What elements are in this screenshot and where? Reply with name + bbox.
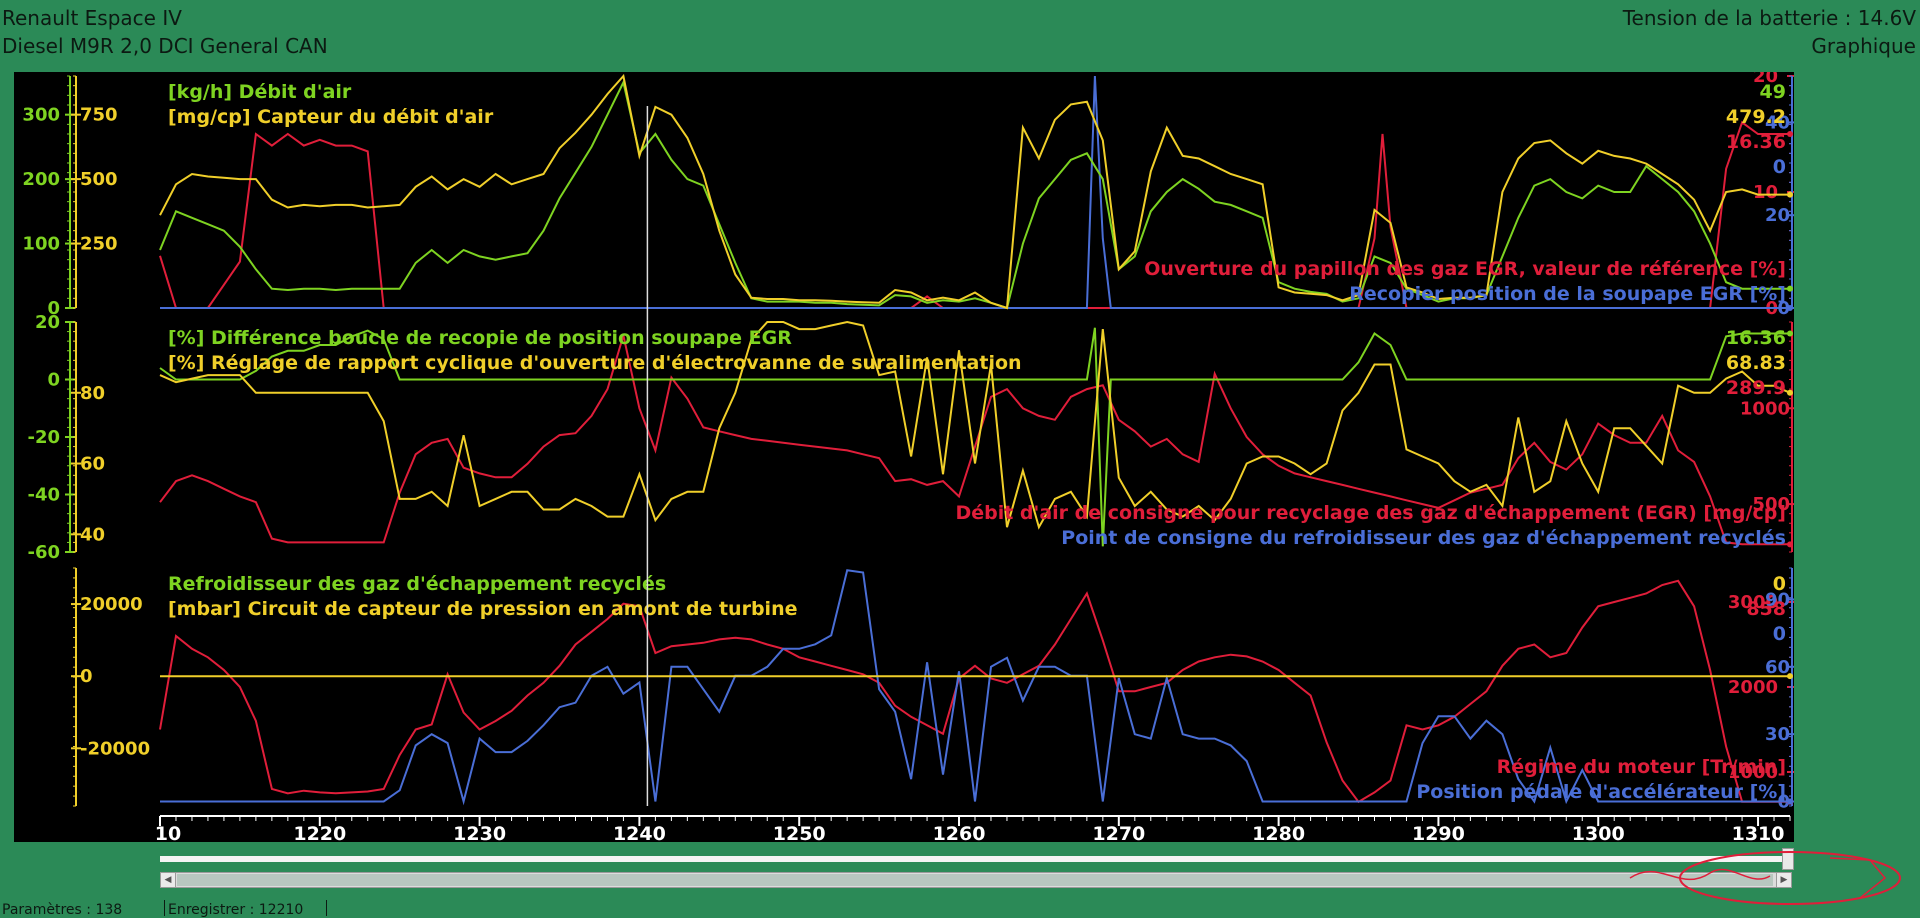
axis-tick-label: 1000 <box>1740 398 1790 419</box>
axis-tick-label: 30 <box>1765 724 1790 745</box>
axis-tick-label: 300 <box>22 105 60 126</box>
current-value: 289.9 <box>1726 377 1786 399</box>
status-bar: Paramètres : 138 Enregistrer : 12210 <box>0 900 1920 918</box>
scroll-left-icon[interactable]: ◀ <box>161 873 176 887</box>
axis-tick-label: 20 <box>1765 205 1790 226</box>
current-value: 16.36 <box>1726 131 1786 153</box>
time-slider-track[interactable] <box>160 856 1790 862</box>
x-axis-tick-label: 1260 <box>933 823 986 842</box>
series-label: Débit d'air de consigne pour recyclage d… <box>955 502 1786 524</box>
series-end-marker <box>1787 330 1793 337</box>
engine-info: Diesel M9R 2,0 DCI General CAN <box>2 34 328 58</box>
x-axis-tick-label: 1250 <box>773 823 826 842</box>
series-end-marker <box>1787 305 1793 311</box>
current-value: 858 <box>1746 598 1786 620</box>
current-value: 0 <box>1773 156 1786 178</box>
axis-tick-label: 60 <box>80 454 105 475</box>
battery-label: Tension de la batterie : <box>1622 6 1858 30</box>
series-label: Recopier position de la soupape EGR [%] <box>1349 283 1786 305</box>
series-label: Ouverture du papillon des gaz EGR, valeu… <box>1144 258 1786 280</box>
current-value: 68.83 <box>1726 352 1786 374</box>
current-value: 479.2 <box>1726 106 1786 128</box>
series-end-marker <box>1787 191 1793 198</box>
series-label: [mbar] Circuit de capteur de pression en… <box>168 598 797 620</box>
axis-tick-label: 100 <box>22 234 60 255</box>
axis-tick-label: 0 <box>80 666 93 687</box>
series-label: [%] Différence boucle de recopie de posi… <box>168 327 792 349</box>
series-end-marker <box>1787 798 1793 805</box>
axis-tick-label: 2000 <box>1728 677 1778 698</box>
axis-tick-label: -20 <box>27 427 60 448</box>
axis-tick-label: 20000 <box>80 594 143 615</box>
vehicle-name: Renault Espace IV <box>2 6 182 30</box>
x-axis-tick-label: 10 <box>155 823 181 842</box>
axis-tick-label: 750 <box>80 105 118 126</box>
scrollbar-thumb[interactable] <box>177 874 1773 886</box>
axis-tick-label: 200 <box>22 169 60 190</box>
battery-voltage: Tension de la batterie : 14.6V <box>1623 6 1916 30</box>
horizontal-scrollbar[interactable]: ◀ ▶ <box>160 872 1792 888</box>
series-end-marker <box>1787 389 1793 396</box>
series-label: Point de consigne du refroidisseur des g… <box>1061 527 1786 549</box>
x-axis-tick-label: 1270 <box>1092 823 1145 842</box>
status-separator <box>326 900 327 916</box>
x-axis-tick-label: 1220 <box>293 823 346 842</box>
multi-panel-chart[interactable]: 30020010007505002502010040200[kg/h] Débi… <box>14 72 1794 842</box>
series-label: Refroidisseur des gaz d'échappement recy… <box>168 573 666 595</box>
axis-tick-label: -60 <box>27 542 60 563</box>
axis-tick-label: 40 <box>80 524 105 545</box>
axis-tick-label: 250 <box>80 234 118 255</box>
series-label: [%] Réglage de rapport cyclique d'ouvert… <box>168 352 1022 374</box>
series-label: [kg/h] Débit d'air <box>168 81 352 103</box>
graph-area[interactable]: 300 200 100 0 750 500 250 20 10 0 40 20 0 [kg/h] Débi… <box>14 72 1794 842</box>
x-axis-tick-label: 1230 <box>453 823 506 842</box>
axis-tick-label: 0 <box>47 370 60 391</box>
battery-value: 14.6V <box>1857 6 1916 30</box>
series-end-marker <box>1787 285 1793 292</box>
series-end-marker <box>1787 131 1793 137</box>
current-value: 0 <box>1773 573 1786 595</box>
view-mode-label[interactable]: Graphique <box>1811 34 1916 58</box>
status-separator <box>164 900 165 916</box>
axis-tick-label: 60 <box>1765 657 1790 678</box>
series-label: Régime du moteur [Tr/min] <box>1497 756 1786 778</box>
axis-tick-label: 80 <box>80 383 105 404</box>
axis-tick-label: 500 <box>80 169 118 190</box>
series-label: Position pédale d'accélérateur [%] <box>1416 781 1786 803</box>
series-label: [mg/cp] Capteur du débit d'air <box>168 106 494 128</box>
axis-tick-label: 20 <box>35 312 60 333</box>
axis-tick-label: -20000 <box>80 738 150 759</box>
x-axis-tick-label: 1280 <box>1252 823 1305 842</box>
current-value: 0 <box>1773 623 1786 645</box>
x-axis-tick-label: 1290 <box>1412 823 1465 842</box>
axis-tick-label: 10 <box>1753 182 1778 203</box>
axis-tick-label: -40 <box>27 485 60 506</box>
series-end-marker <box>1787 541 1793 548</box>
series-end-marker <box>1787 673 1793 680</box>
current-value: 49 <box>1760 81 1786 103</box>
current-value: 16.36 <box>1726 327 1786 349</box>
x-axis-tick-label: 1300 <box>1572 823 1625 842</box>
x-axis-tick-label: 1240 <box>613 823 666 842</box>
